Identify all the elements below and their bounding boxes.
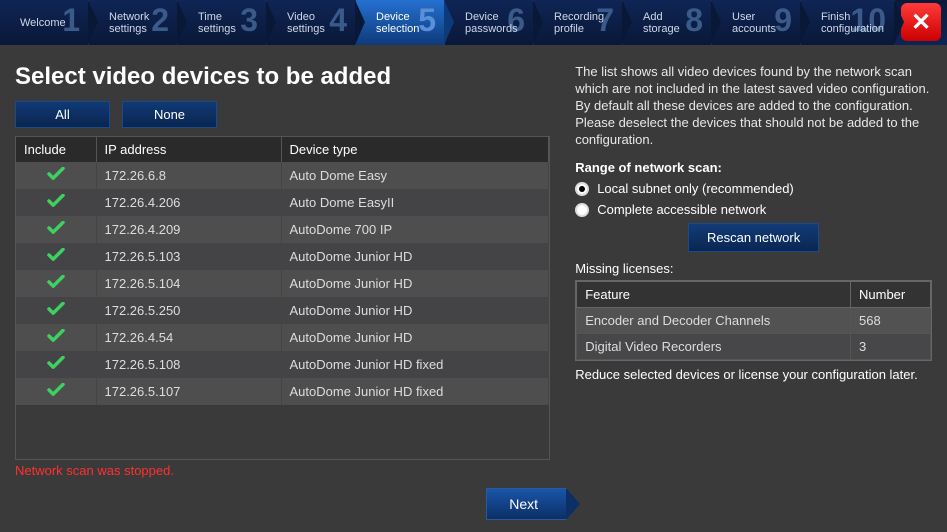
info-text: The list shows all video devices found b… <box>575 63 932 148</box>
cell-feature: Digital Video Recorders <box>577 334 851 360</box>
include-check-icon[interactable] <box>46 356 66 373</box>
step-5[interactable]: 5Device selection <box>356 0 445 45</box>
table-row[interactable]: 172.26.5.107AutoDome Junior HD fixed <box>16 378 549 405</box>
step-label: Video settings <box>287 11 325 35</box>
step-label: Recording profile <box>554 11 604 35</box>
step-3[interactable]: 3Time settings <box>178 0 267 45</box>
table-row: Digital Video Recorders3 <box>577 334 931 360</box>
cell-ip: 172.26.4.54 <box>96 324 281 351</box>
radio-local-subnet[interactable]: Local subnet only (recommended) <box>575 181 932 196</box>
step-number: 4 <box>329 2 347 39</box>
radio-label: Local subnet only (recommended) <box>597 181 794 196</box>
step-label: Finish configuration <box>821 11 884 35</box>
cell-ip: 172.26.5.104 <box>96 270 281 297</box>
step-number: 2 <box>151 2 169 39</box>
step-4[interactable]: 4Video settings <box>267 0 356 45</box>
page-title: Select video devices to be added <box>15 63 550 91</box>
status-message: Network scan was stopped. <box>15 463 550 478</box>
include-check-icon[interactable] <box>46 302 66 319</box>
cell-type: AutoDome 700 IP <box>281 216 549 243</box>
col-type[interactable]: Device type <box>281 137 549 162</box>
select-all-button[interactable]: All <box>15 101 110 128</box>
step-label: Time settings <box>198 11 236 35</box>
col-ip[interactable]: IP address <box>96 137 281 162</box>
table-row[interactable]: 172.26.4.209AutoDome 700 IP <box>16 216 549 243</box>
licenses-table: Feature Number Encoder and Decoder Chann… <box>575 280 932 361</box>
step-1[interactable]: 1Welcome <box>0 0 89 45</box>
rescan-button[interactable]: Rescan network <box>688 223 819 252</box>
device-table: Include IP address Device type 172.26.6.… <box>15 136 550 460</box>
cell-type: AutoDome Junior HD <box>281 243 549 270</box>
cell-type: AutoDome Junior HD fixed <box>281 378 549 405</box>
step-8[interactable]: 8Add storage <box>623 0 712 45</box>
cell-ip: 172.26.4.206 <box>96 189 281 216</box>
device-table-scroll[interactable]: Include IP address Device type 172.26.6.… <box>16 137 549 412</box>
step-label: Device passwords <box>465 11 518 35</box>
table-row[interactable]: 172.26.5.250AutoDome Junior HD <box>16 297 549 324</box>
table-row[interactable]: 172.26.5.103AutoDome Junior HD <box>16 243 549 270</box>
range-title: Range of network scan: <box>575 160 932 175</box>
cell-type: AutoDome Junior HD <box>281 324 549 351</box>
radio-icon <box>575 182 589 196</box>
col-number: Number <box>851 282 931 308</box>
include-check-icon[interactable] <box>46 275 66 292</box>
step-label: Device selection <box>376 11 419 35</box>
close-icon: ✕ <box>911 8 931 37</box>
table-row[interactable]: 172.26.5.108AutoDome Junior HD fixed <box>16 351 549 378</box>
cell-ip: 172.26.5.103 <box>96 243 281 270</box>
licenses-note: Reduce selected devices or license your … <box>575 367 932 382</box>
licenses-title: Missing licenses: <box>575 261 932 276</box>
cell-number: 3 <box>851 334 931 360</box>
step-label: User accounts <box>732 11 776 35</box>
include-check-icon[interactable] <box>46 221 66 238</box>
step-label: Network settings <box>109 11 149 35</box>
step-7[interactable]: 7Recording profile <box>534 0 623 45</box>
close-button[interactable]: ✕ <box>901 3 941 41</box>
table-row[interactable]: 172.26.5.104AutoDome Junior HD <box>16 270 549 297</box>
table-row[interactable]: 172.26.4.54AutoDome Junior HD <box>16 324 549 351</box>
step-label: Welcome <box>20 17 66 29</box>
cell-type: Auto Dome EasyII <box>281 189 549 216</box>
next-button[interactable]: Next <box>486 488 567 520</box>
cell-ip: 172.26.4.209 <box>96 216 281 243</box>
cell-type: Auto Dome Easy <box>281 162 549 189</box>
step-number: 5 <box>418 2 436 39</box>
col-feature: Feature <box>577 282 851 308</box>
step-2[interactable]: 2Network settings <box>89 0 178 45</box>
include-check-icon[interactable] <box>46 383 66 400</box>
table-row[interactable]: 172.26.4.206Auto Dome EasyII <box>16 189 549 216</box>
step-9[interactable]: 9User accounts <box>712 0 801 45</box>
table-row[interactable]: 172.26.6.8Auto Dome Easy <box>16 162 549 189</box>
cell-ip: 172.26.5.108 <box>96 351 281 378</box>
include-check-icon[interactable] <box>46 248 66 265</box>
cell-type: AutoDome Junior HD <box>281 297 549 324</box>
cell-ip: 172.26.6.8 <box>96 162 281 189</box>
cell-number: 568 <box>851 308 931 334</box>
step-10[interactable]: 10Finish configuration <box>801 0 895 45</box>
cell-ip: 172.26.5.250 <box>96 297 281 324</box>
include-check-icon[interactable] <box>46 194 66 211</box>
cell-type: AutoDome Junior HD fixed <box>281 351 549 378</box>
step-label: Add storage <box>643 11 680 35</box>
radio-complete-network[interactable]: Complete accessible network <box>575 202 932 217</box>
cell-feature: Encoder and Decoder Channels <box>577 308 851 334</box>
wizard-stepbar: 1Welcome2Network settings3Time settings4… <box>0 0 947 45</box>
step-number: 9 <box>774 2 792 39</box>
cell-type: AutoDome Junior HD <box>281 270 549 297</box>
include-check-icon[interactable] <box>46 167 66 184</box>
include-check-icon[interactable] <box>46 329 66 346</box>
col-include[interactable]: Include <box>16 137 96 162</box>
radio-label: Complete accessible network <box>597 202 766 217</box>
step-6[interactable]: 6Device passwords <box>445 0 534 45</box>
cell-ip: 172.26.5.107 <box>96 378 281 405</box>
step-number: 3 <box>240 2 258 39</box>
radio-icon <box>575 203 589 217</box>
select-none-button[interactable]: None <box>122 101 217 128</box>
table-row: Encoder and Decoder Channels568 <box>577 308 931 334</box>
step-number: 8 <box>685 2 703 39</box>
